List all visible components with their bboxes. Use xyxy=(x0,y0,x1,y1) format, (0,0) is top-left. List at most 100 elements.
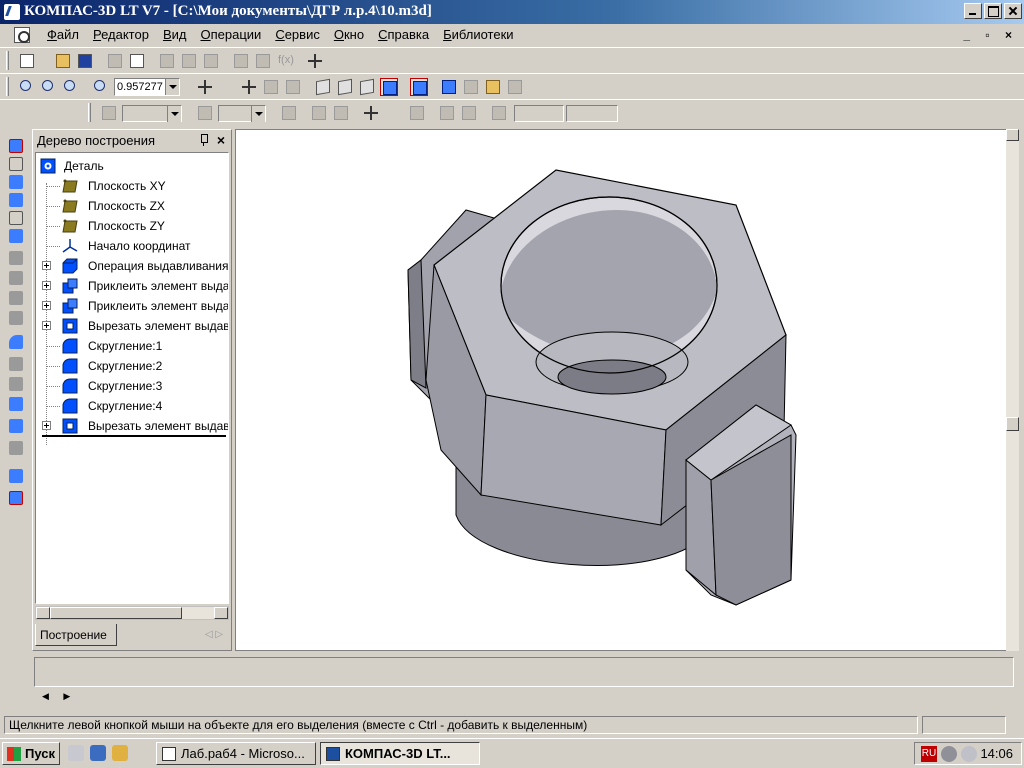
expand-icon[interactable] xyxy=(42,261,51,270)
wireframe-icon[interactable] xyxy=(314,78,332,96)
toolbar-grip[interactable] xyxy=(6,51,9,70)
ortho-icon[interactable] xyxy=(408,104,426,122)
tree-view[interactable]: Деталь Плоскость XY Плоскость ZX Плоскос… xyxy=(35,152,229,604)
menu-operations[interactable]: Операции xyxy=(193,27,268,42)
magnet-icon[interactable] xyxy=(310,104,328,122)
toolbar-grip[interactable] xyxy=(88,103,91,122)
perspective-icon[interactable] xyxy=(410,78,428,96)
rotate-tool-icon[interactable] xyxy=(8,270,24,286)
extrude-tool-icon[interactable] xyxy=(8,250,24,266)
tray-volume-icon[interactable] xyxy=(961,746,977,762)
orientation-icon[interactable] xyxy=(196,78,214,96)
tree-node-fillet-1[interactable]: Скругление:1 xyxy=(38,337,228,355)
tree-node-fillet-3[interactable]: Скругление:3 xyxy=(38,377,228,395)
tree-node-origin[interactable]: Начало координат xyxy=(38,237,228,255)
angle-icon[interactable] xyxy=(438,104,456,122)
tree-node-part[interactable]: Деталь xyxy=(38,157,228,175)
toolbar-grip[interactable] xyxy=(6,77,9,96)
kinematic-tool-icon[interactable] xyxy=(8,290,24,306)
language-indicator[interactable]: RU xyxy=(921,746,937,762)
quicklaunch-browser-icon[interactable] xyxy=(68,745,84,761)
tree-node-cut-1[interactable]: Вырезать элемент выдавли xyxy=(38,317,228,335)
pin-icon[interactable] xyxy=(199,134,209,146)
hole-tool-icon[interactable] xyxy=(8,418,24,434)
menu-help[interactable]: Справка xyxy=(371,27,436,42)
scroll-left-icon[interactable] xyxy=(36,607,50,619)
expand-icon[interactable] xyxy=(42,421,51,430)
slope-tool-icon[interactable] xyxy=(8,396,24,412)
paste-icon[interactable] xyxy=(202,52,220,70)
rib-tool-icon[interactable] xyxy=(8,440,24,456)
scroll-down-icon[interactable] xyxy=(1006,129,1019,141)
print-icon[interactable] xyxy=(106,52,124,70)
snap-magnet-icon[interactable] xyxy=(332,104,350,122)
menu-libraries[interactable]: Библиотеки xyxy=(436,27,520,42)
filter-tool-icon[interactable] xyxy=(8,228,24,244)
tab-construction[interactable]: Построение xyxy=(35,624,117,646)
redo-icon[interactable] xyxy=(254,52,272,70)
layer-icon[interactable] xyxy=(196,104,214,122)
shaded-view-icon[interactable] xyxy=(380,78,398,96)
close-button[interactable] xyxy=(1004,3,1022,19)
local-cs-icon[interactable] xyxy=(280,104,298,122)
tree-node-boss-2[interactable]: Приклеить элемент выдавл xyxy=(38,297,228,315)
maximize-button[interactable] xyxy=(984,3,1002,19)
scroll-thumb[interactable] xyxy=(1006,417,1019,431)
zoom-window-icon[interactable] xyxy=(18,78,36,96)
chamfer-tool-icon[interactable] xyxy=(8,356,24,372)
quicklaunch-desktop-icon[interactable] xyxy=(90,745,106,761)
measure-tool-icon[interactable] xyxy=(8,210,24,226)
tree-node-extrusion-1[interactable]: Операция выдавливания:1 xyxy=(38,257,228,275)
coordinates-icon[interactable] xyxy=(460,104,478,122)
expand-icon[interactable] xyxy=(42,301,51,310)
zoom-scale-icon[interactable] xyxy=(92,78,110,96)
tree-node-plane-zx[interactable]: Плоскость ZX xyxy=(38,197,228,215)
part-edit-tool-icon[interactable] xyxy=(8,138,24,154)
surface-tool-icon[interactable] xyxy=(8,174,24,190)
properties-icon[interactable] xyxy=(484,78,502,96)
expand-icon[interactable] xyxy=(42,321,51,330)
fillet-tool-icon[interactable] xyxy=(8,334,24,350)
spline-tool-icon[interactable] xyxy=(8,156,24,172)
scroll-thumb[interactable] xyxy=(50,607,182,619)
task-kompas[interactable]: КОМПАС-3D LT... xyxy=(320,742,480,765)
grid-icon[interactable] xyxy=(362,104,380,122)
kompas-app-icon[interactable] xyxy=(4,4,20,20)
menu-window[interactable]: Окно xyxy=(327,27,371,42)
menu-service[interactable]: Сервис xyxy=(268,27,327,42)
pan-icon[interactable] xyxy=(240,78,258,96)
close-icon[interactable]: × xyxy=(217,132,225,148)
properties-scroll-arrows[interactable]: ◀ ▶ xyxy=(42,691,76,702)
tab-scroll-arrows[interactable]: ◁ ▷ xyxy=(205,629,223,640)
filter-icon[interactable] xyxy=(506,78,524,96)
section-tool-icon[interactable] xyxy=(8,490,24,506)
menu-file[interactable]: Файл xyxy=(40,27,86,42)
model-viewport[interactable] xyxy=(235,129,1007,651)
scroll-right-icon[interactable] xyxy=(214,607,228,619)
tree-horizontal-scrollbar[interactable] xyxy=(35,606,229,620)
tray-network-icon[interactable] xyxy=(941,746,957,762)
cut-icon[interactable] xyxy=(158,52,176,70)
save-icon[interactable] xyxy=(76,52,94,70)
menu-view[interactable]: Вид xyxy=(156,27,194,42)
x-coordinate-field[interactable] xyxy=(514,105,564,122)
zoom-out-icon[interactable] xyxy=(62,78,80,96)
edit-part-icon[interactable] xyxy=(440,78,458,96)
quicklaunch-app-icon[interactable] xyxy=(112,745,128,761)
shell-tool-icon[interactable] xyxy=(8,376,24,392)
tree-node-fillet-2[interactable]: Скругление:2 xyxy=(38,357,228,375)
hidden-lines-icon[interactable] xyxy=(336,78,354,96)
tree-node-boss-1[interactable]: Приклеить элемент выдавл xyxy=(38,277,228,295)
zoom-all-icon[interactable] xyxy=(262,78,280,96)
thin-hidden-lines-icon[interactable] xyxy=(358,78,376,96)
undo-icon[interactable] xyxy=(232,52,250,70)
sketch-icon[interactable] xyxy=(462,78,480,96)
start-button[interactable]: Пуск xyxy=(2,742,60,765)
layer-combo[interactable] xyxy=(218,105,266,122)
snap-grid-icon[interactable] xyxy=(100,104,118,122)
open-folder-icon[interactable] xyxy=(54,52,72,70)
tree-node-cut-2[interactable]: Вырезать элемент выдавли xyxy=(38,417,228,435)
rotate-icon[interactable] xyxy=(284,78,302,96)
y-coordinate-field[interactable] xyxy=(566,105,618,122)
aux-geometry-icon[interactable] xyxy=(8,192,24,208)
